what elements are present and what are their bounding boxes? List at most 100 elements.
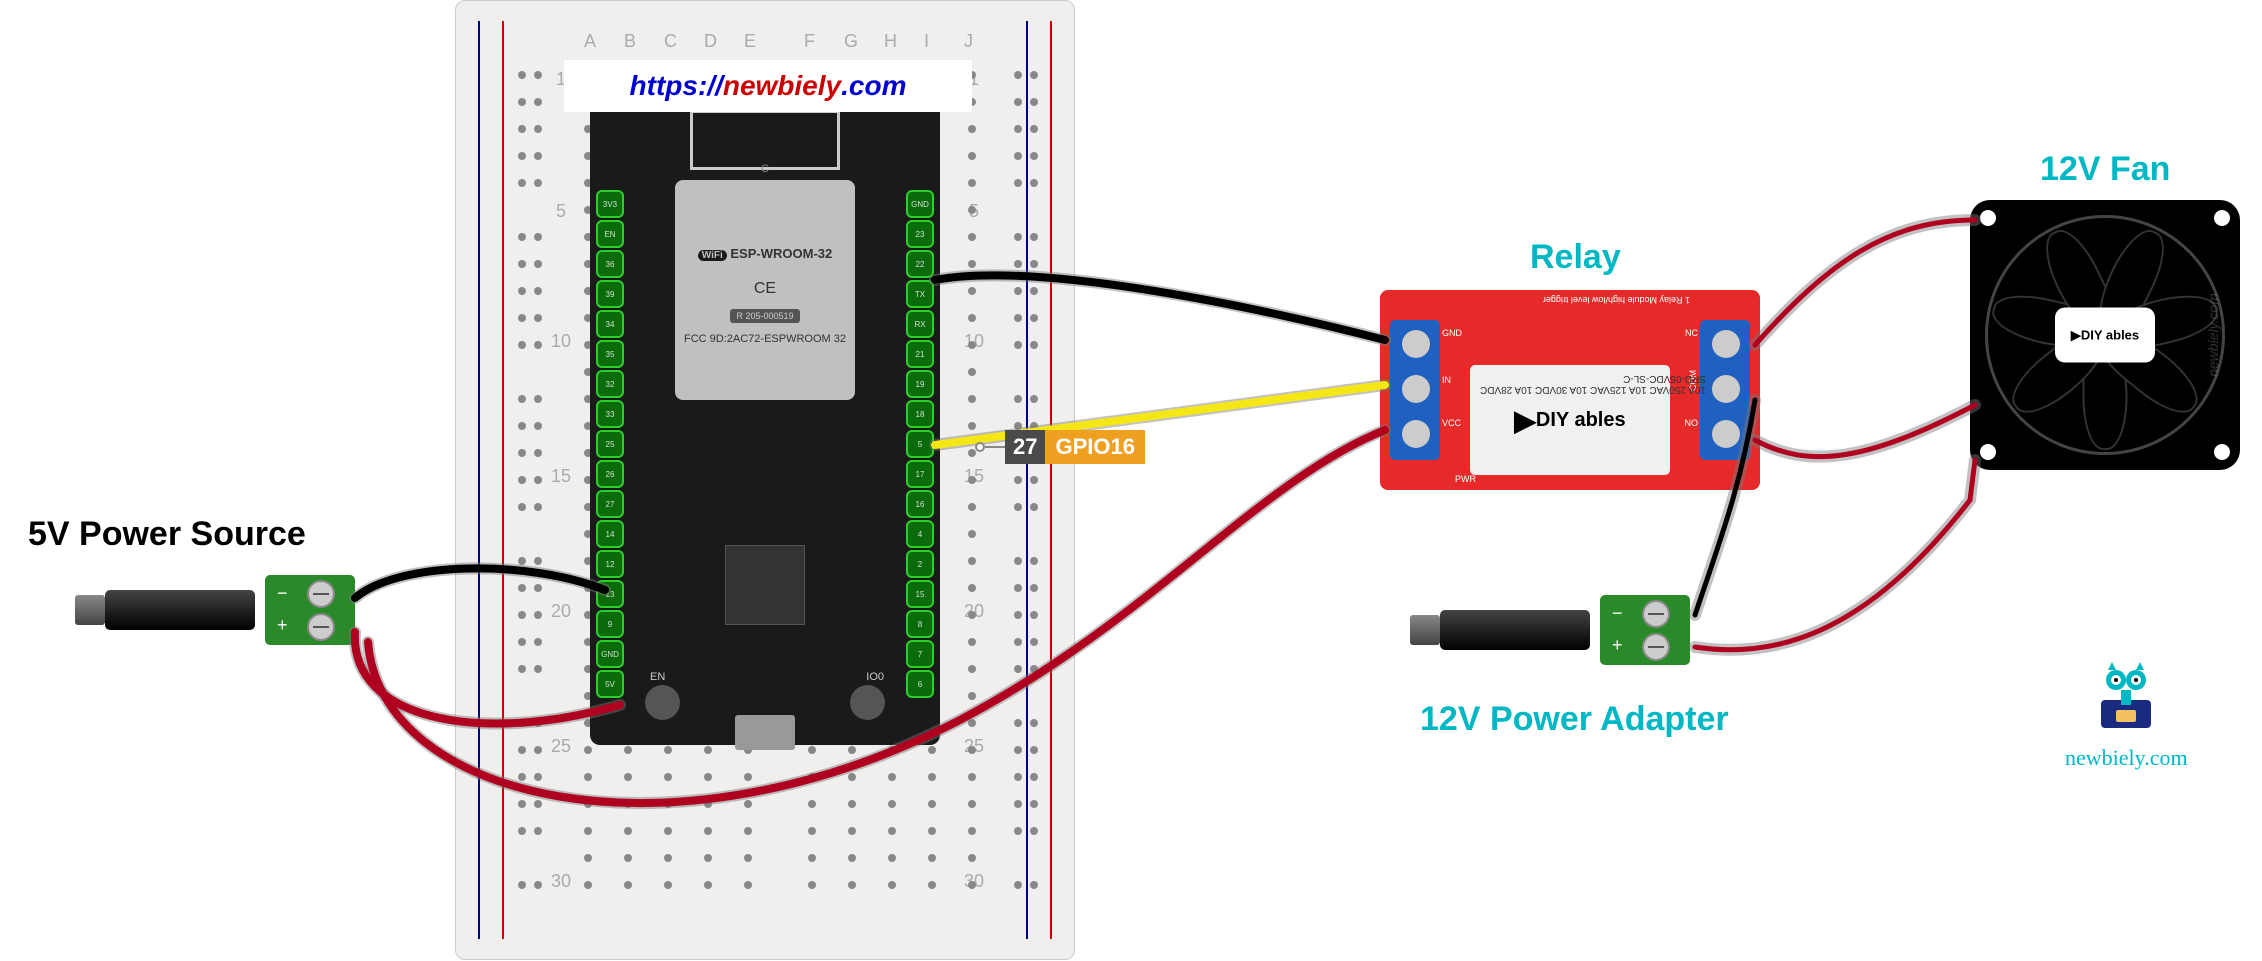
gpio-pointer-line (985, 446, 1005, 448)
screw-neg (307, 580, 335, 608)
wire-relay-no-fan-pos (1755, 220, 1975, 345)
pin-left-35: 35 (596, 340, 624, 368)
pin-nc: NC (1685, 328, 1698, 338)
fan-watermark: newbiely.com (2205, 293, 2221, 377)
col-J: J (964, 31, 973, 52)
gpio-callout: 27 GPIO16 (975, 430, 1145, 464)
pin-left-36: 36 (596, 250, 624, 278)
url-brand: newbiely (723, 70, 841, 102)
relay-silkscreen: 1 Relay Module high/low level trigger (1450, 295, 1690, 305)
screw-pos-12 (1642, 633, 1670, 661)
barrel-12v-plug (1440, 610, 1590, 650)
logo-text: newbiely.com (2065, 745, 2188, 771)
pin-right-GND: GND (906, 190, 934, 218)
pin-left-12: 12 (596, 550, 624, 578)
barrel-12v: − + (1440, 590, 1690, 670)
label-12v-adapter: 12V Power Adapter (1420, 700, 1729, 739)
esp32-board: C WiFi ESP-WROOM-32 CE R 205-000519 FCC … (590, 95, 940, 745)
col-F: F (804, 31, 815, 52)
col-D: D (704, 31, 717, 52)
pin-right-8: 8 (906, 610, 934, 638)
relay-screw-com (1712, 375, 1740, 403)
fan-12v: ▶DIY ables newbiely.com (1970, 200, 2240, 470)
esp32-shield-text: WiFi ESP-WROOM-32 CE R 205-000519 FCC 9D… (680, 215, 850, 347)
row-5: 5 (556, 201, 566, 222)
fan-hole-tr (2214, 210, 2230, 226)
pin-left-GND: GND (596, 640, 624, 668)
pin-in: IN (1442, 375, 1451, 385)
col-I: I (924, 31, 929, 52)
col-H: H (884, 31, 897, 52)
pin-left-3V3: 3V3 (596, 190, 624, 218)
pin-right-2: 2 (906, 550, 934, 578)
barrel-5v-terminal: − + (265, 575, 355, 645)
relay-brand: ▶DIY ables (1514, 404, 1625, 437)
relay-model: 10A 250VAC 10A 125VAC 10A 30VDC 10A 28VD… (1480, 373, 1706, 395)
pin-right-17: 17 (906, 460, 934, 488)
owl-icon (2065, 660, 2188, 740)
relay-screw-vcc (1402, 420, 1430, 448)
minus-label-12: − (1612, 603, 1623, 624)
en-label: EN (650, 671, 665, 683)
pin-left-34: 34 (596, 310, 624, 338)
plus-label: + (277, 615, 288, 636)
website-url: https:// newbiely .com (564, 60, 972, 112)
pin-right-15: 15 (906, 580, 934, 608)
col-G: G (844, 31, 858, 52)
pin-right-7: 7 (906, 640, 934, 668)
label-5v-source: 5V Power Source (28, 515, 306, 554)
relay-output-terminal (1700, 320, 1750, 460)
c-label: C (761, 163, 769, 175)
pin-left-25: 25 (596, 430, 624, 458)
usb-port (735, 715, 795, 750)
newbiely-logo: newbiely.com (2065, 660, 2188, 771)
en-button[interactable] (645, 685, 680, 720)
label-fan: 12V Fan (2040, 150, 2170, 189)
left-rail-pos (502, 21, 504, 939)
relay-screw-no (1712, 420, 1740, 448)
relay-input-terminal (1390, 320, 1440, 460)
url-suffix: .com (841, 70, 906, 102)
screw-pos (307, 613, 335, 641)
minus-label: − (277, 583, 288, 604)
io0-button[interactable] (850, 685, 885, 720)
pin-left-32: 32 (596, 370, 624, 398)
pin-left-EN: EN (596, 220, 624, 248)
pin-no: NO (1685, 418, 1699, 428)
pin-right-19: 19 (906, 370, 934, 398)
gpio-pin-name: GPIO16 (1045, 430, 1144, 464)
right-rail-pos (1050, 21, 1052, 939)
esp32-antenna (690, 110, 840, 170)
pin-vcc: VCC (1442, 418, 1461, 428)
row-20: 20 (551, 601, 571, 622)
col-B: B (624, 31, 636, 52)
barrel-5v: − + (105, 570, 355, 650)
wiring (0, 0, 2262, 961)
pwr-label: PWR (1455, 474, 1476, 484)
fan-hole-tl (1980, 210, 1996, 226)
pin-left-26: 26 (596, 460, 624, 488)
pin-right-21: 21 (906, 340, 934, 368)
pin-right-23: 23 (906, 220, 934, 248)
pin-left-39: 39 (596, 280, 624, 308)
fan-brand: ▶DIY ables (2071, 327, 2139, 343)
row-30: 30 (551, 871, 571, 892)
relay-module: 1 Relay Module high/low level trigger GN… (1380, 290, 1760, 490)
pin-right-6: 6 (906, 670, 934, 698)
pin-right-18: 18 (906, 400, 934, 428)
col-C: C (664, 31, 677, 52)
pin-left-33: 33 (596, 400, 624, 428)
io0-label: IO0 (866, 671, 884, 683)
screw-neg-12 (1642, 600, 1670, 628)
wire-relay-com-12v (1755, 405, 1975, 457)
row-10: 10 (551, 331, 571, 352)
pin-right-4: 4 (906, 520, 934, 548)
esp32-chip (725, 545, 805, 625)
pin-left-14: 14 (596, 520, 624, 548)
fan-hole-bl (1980, 444, 1996, 460)
pin-right-RX: RX (906, 310, 934, 338)
url-prefix: https:// (630, 70, 723, 102)
pin-left-27: 27 (596, 490, 624, 518)
col-A: A (584, 31, 596, 52)
relay-screw-gnd (1402, 330, 1430, 358)
